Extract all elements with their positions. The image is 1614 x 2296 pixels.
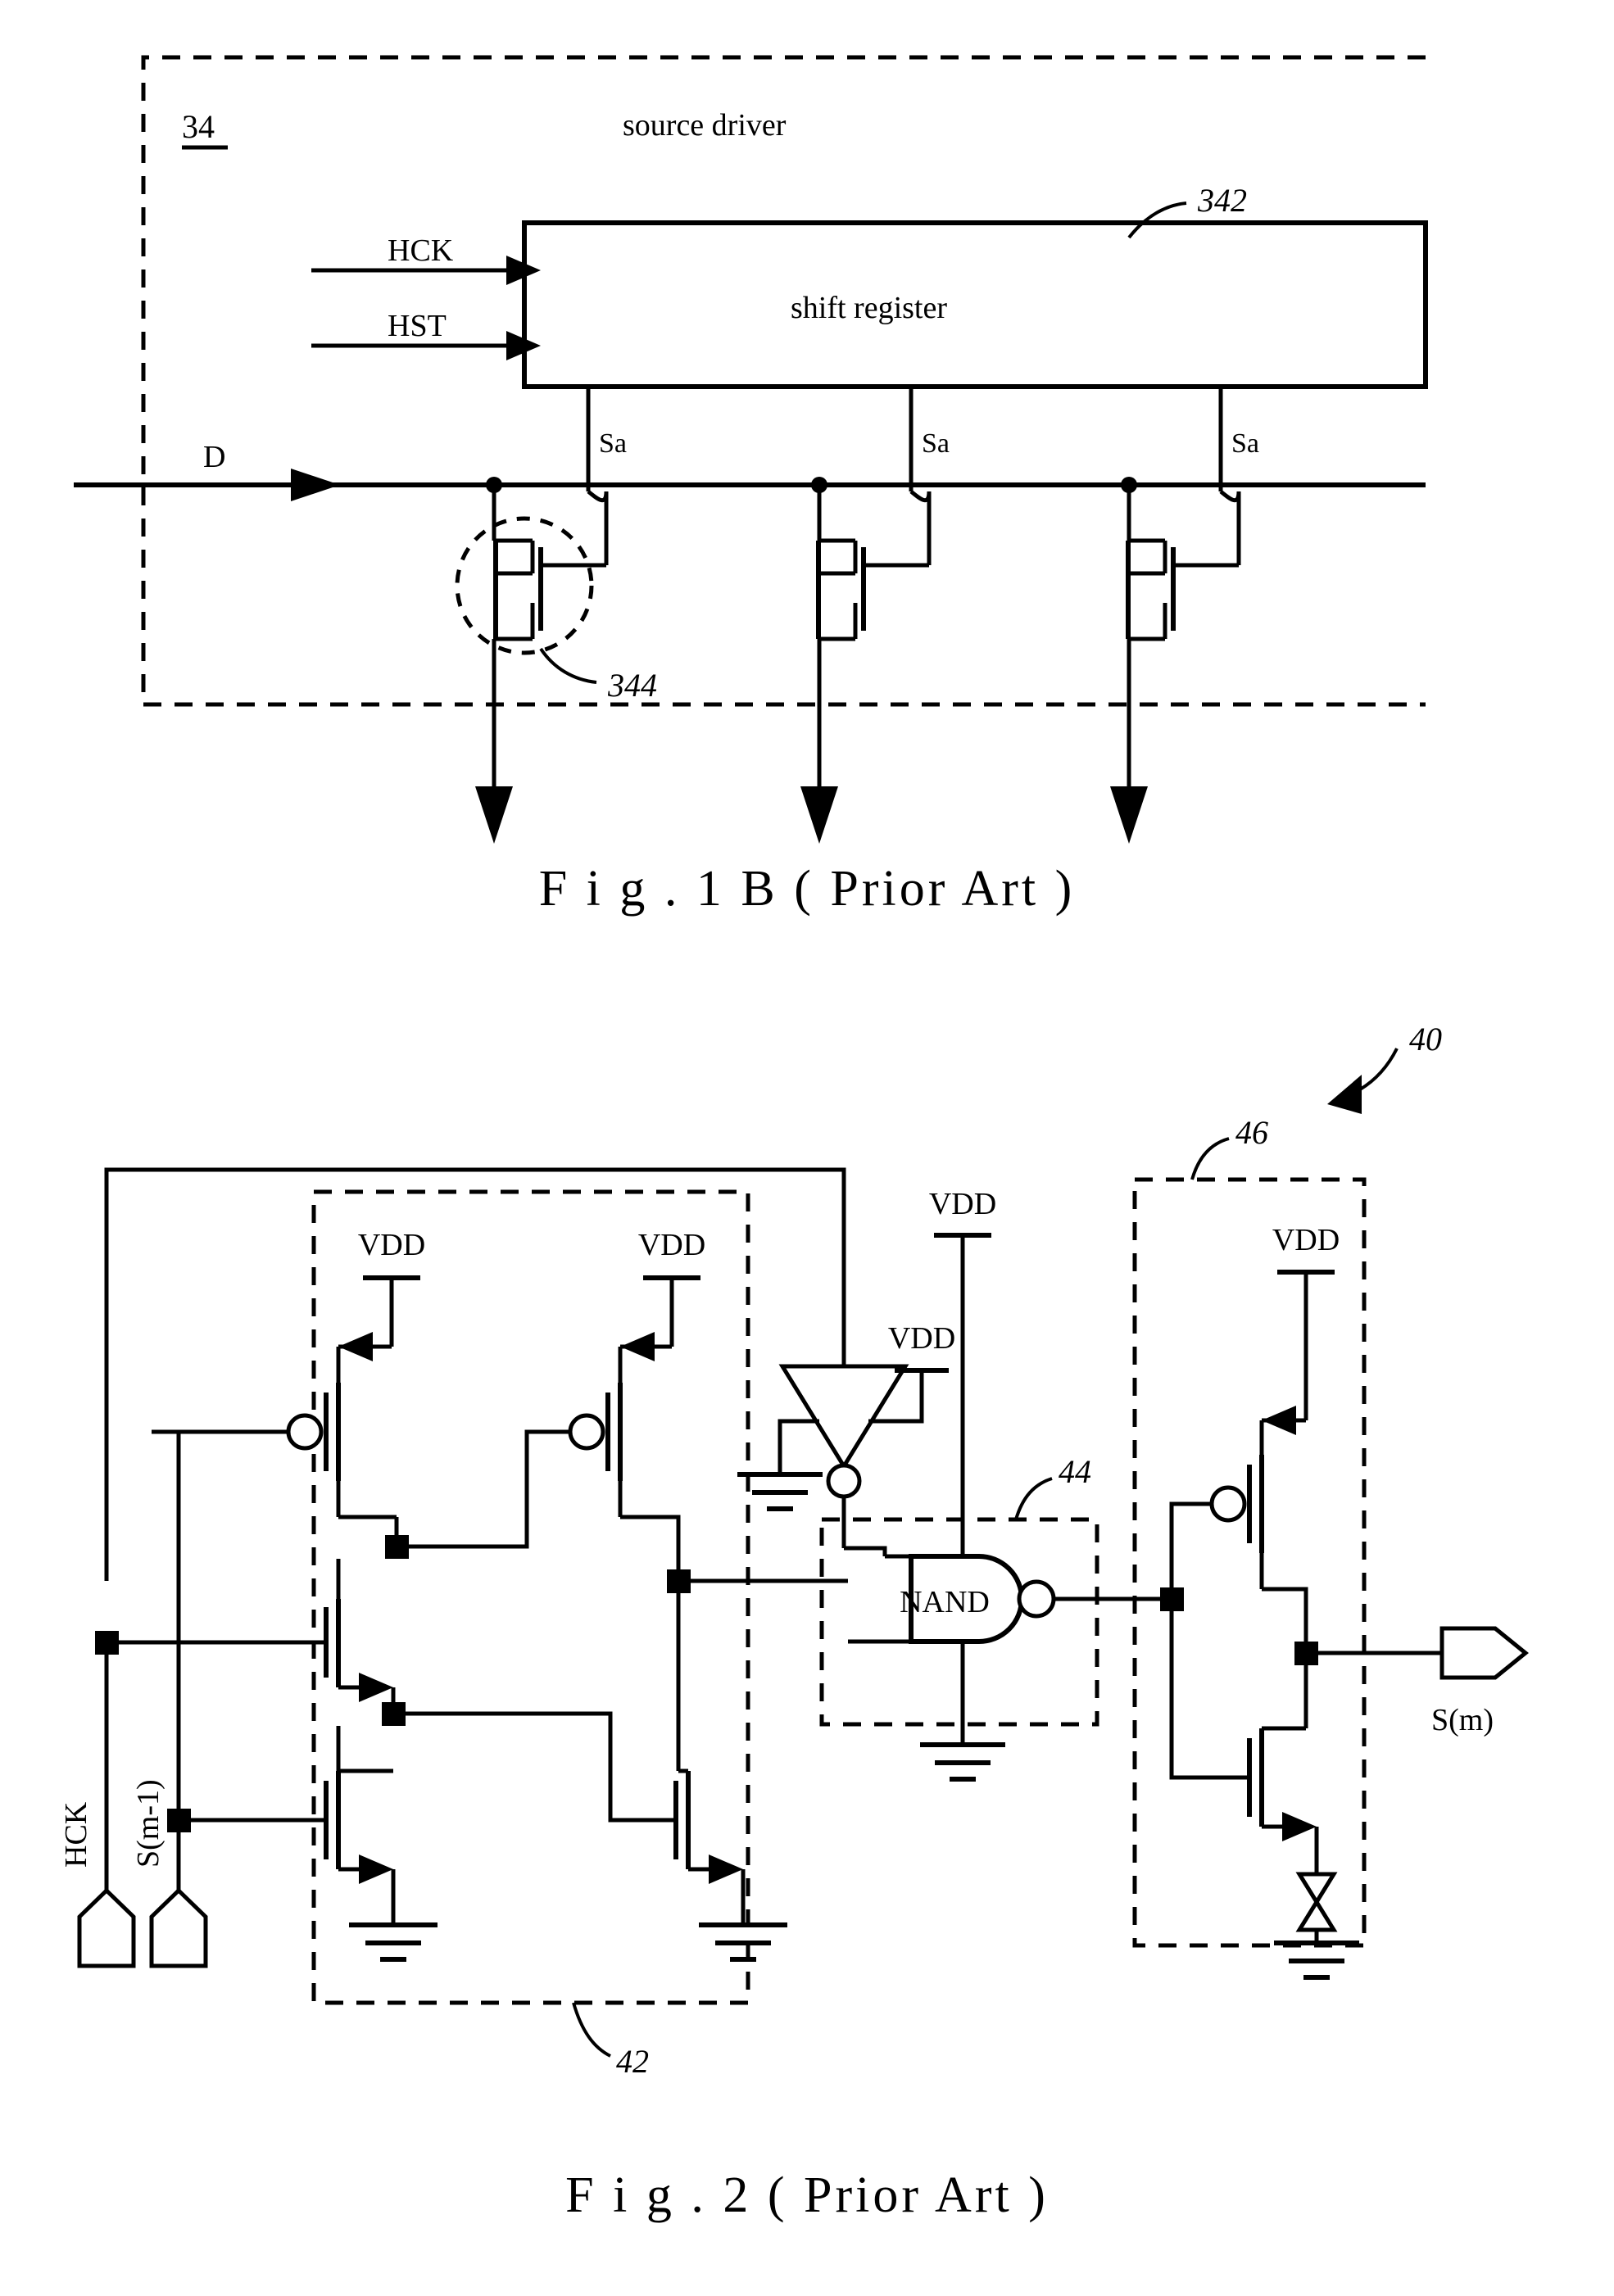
nmos1-source-arrow [359, 1673, 393, 1702]
vdd-label-5: VDD [1272, 1223, 1340, 1257]
node-c-junction [382, 1702, 406, 1726]
diode-lower-triangle [1295, 1898, 1338, 1932]
vdd-label-2: VDD [638, 1228, 705, 1262]
block-42-boundary [311, 1189, 750, 2005]
pmos2-gate-wire [409, 1429, 570, 1549]
ref-44-label: 44 [1059, 1453, 1091, 1490]
nand-gate-label: NAND [900, 1585, 990, 1619]
vdd-label-1: VDD [358, 1228, 425, 1262]
nmos2-source-arrow [359, 1854, 393, 1884]
block-46-boundary [1132, 1177, 1367, 1948]
ref-44-leader [1014, 1477, 1053, 1520]
sm1-input-label: S(m-1) [131, 1779, 165, 1868]
hck-input-label: HCK [59, 1801, 93, 1868]
inverter-gnd-wire [778, 1419, 819, 1474]
ref-46-leader [1190, 1137, 1230, 1180]
node-b-junction [667, 1569, 691, 1593]
pmos1-gate-bubble [286, 1413, 324, 1451]
sm1-input-terminal [149, 1887, 208, 1968]
diode-upper-triangle [1295, 1872, 1338, 1906]
inverter-to-nand-wire [844, 1546, 887, 1556]
output-node-junction [1294, 1642, 1318, 1665]
buffer-input-junction [1160, 1587, 1184, 1611]
nand-output-bubble [1017, 1579, 1056, 1619]
inverter-triangle [778, 1364, 909, 1470]
ref-40-label: 40 [1409, 1021, 1442, 1057]
vdd-label-4: VDD [929, 1187, 996, 1221]
ref-42-label: 42 [616, 2043, 649, 2080]
ref-40-leader [1358, 1048, 1399, 1091]
node-a-junction [385, 1535, 409, 1559]
vdd-label-3: VDD [888, 1321, 955, 1356]
ref-46-label: 46 [1235, 1114, 1268, 1151]
pmos3-gate-wire [1169, 1501, 1212, 1599]
patent-drawing-page: 34 source driver HCK HST shift register … [0, 0, 1614, 2296]
nmos4-source-arrow [709, 1854, 743, 1884]
pmos1-source-arrow [338, 1332, 373, 1361]
hck-input-terminal [77, 1887, 136, 1968]
pmos3-source-arrow [1262, 1406, 1296, 1435]
nmos3-source-arrow [1282, 1812, 1317, 1841]
pmos2-gate-bubble [568, 1413, 605, 1451]
figure-2-caption: F i g . 2 ( Prior Art ) [565, 2167, 1049, 2223]
inverter-output-bubble [826, 1463, 862, 1499]
figure-2-svg: 40 42 44 46 VDD VDD VDD VDD VDD NAND HCK… [59, 1021, 1529, 2223]
ref-42-leader [572, 2002, 611, 2058]
pmos2-source-arrow [620, 1332, 655, 1361]
ref-40-arrowhead [1327, 1075, 1362, 1114]
sm-output-terminal [1439, 1626, 1529, 1680]
pmos3-gate-bubble [1209, 1485, 1247, 1523]
sm-output-label: S(m) [1431, 1703, 1494, 1737]
node-c-to-nmos4-gate [406, 1711, 676, 1823]
feedback-wire-outer [104, 1167, 846, 1581]
nmos3-gate-wire [1169, 1611, 1249, 1780]
